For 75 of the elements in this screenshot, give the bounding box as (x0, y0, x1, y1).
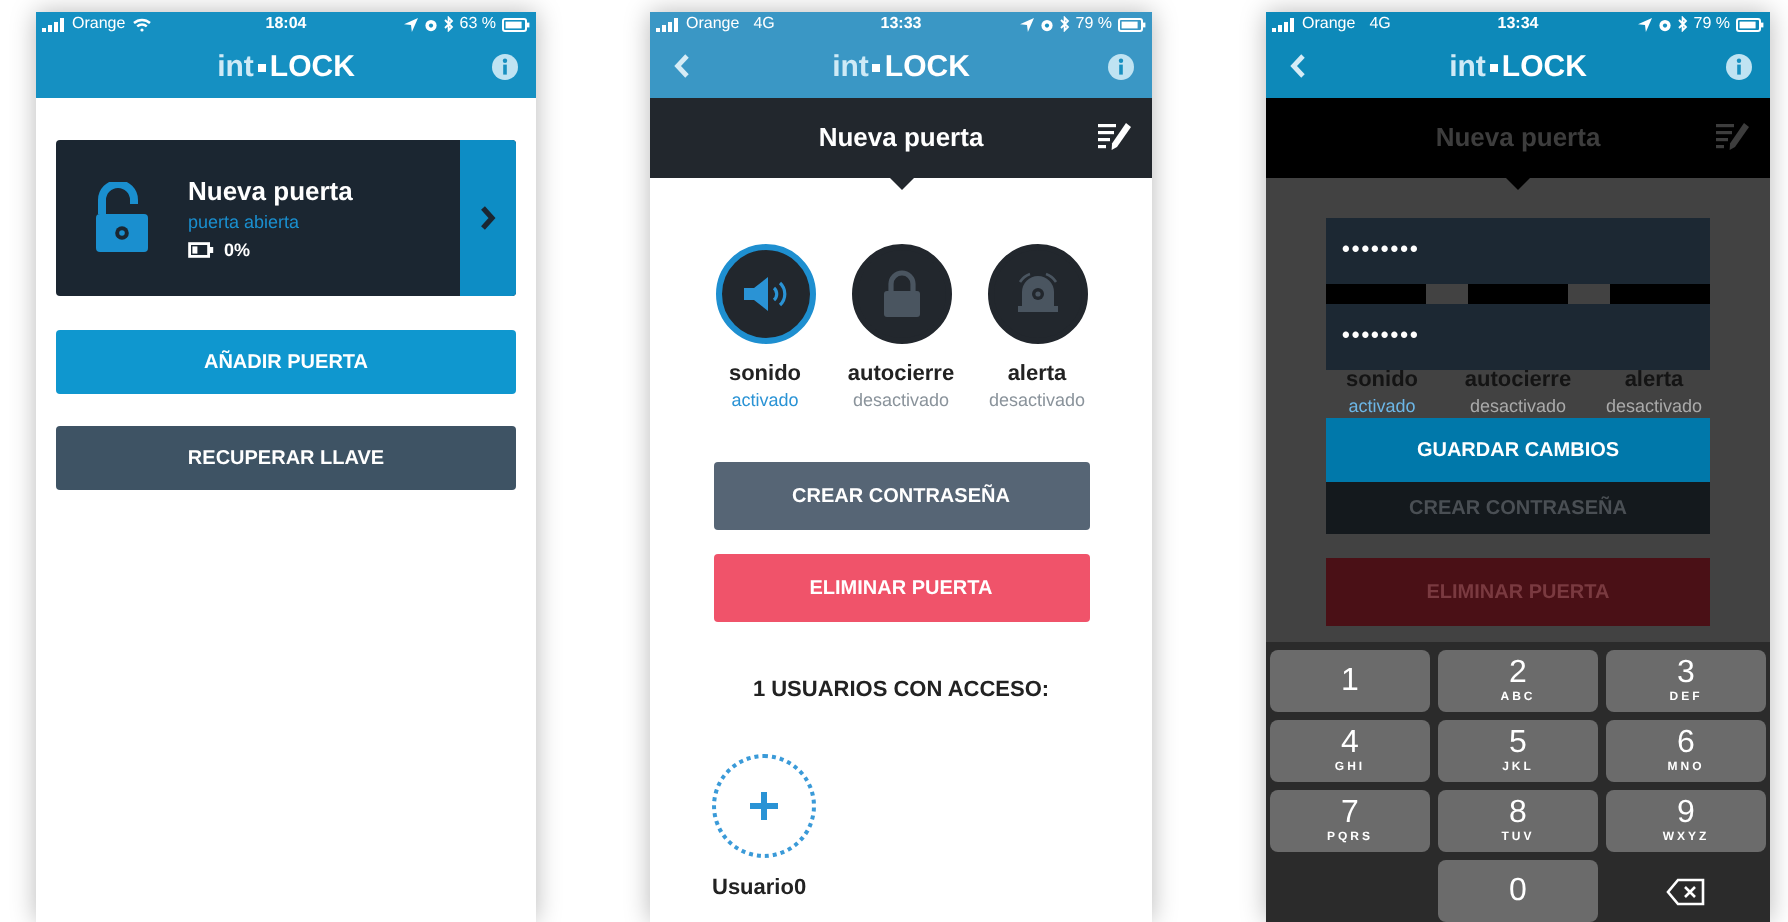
plus-icon (750, 791, 778, 819)
bluetooth-icon (443, 16, 454, 32)
bluetooth-icon (1677, 16, 1688, 32)
network-type: 4G (753, 16, 775, 32)
battery-percent: 79 % (1075, 16, 1112, 32)
door-title: Nueva puerta (1435, 120, 1601, 157)
info-icon[interactable] (1726, 54, 1752, 80)
redaction-block (1468, 284, 1568, 304)
logo-text: LOCK (1501, 52, 1587, 82)
signal-icon (1272, 17, 1296, 31)
save-button[interactable]: GUARDAR CAMBIOS (1326, 418, 1710, 482)
battery-percent: 63 % (459, 16, 496, 32)
info-icon[interactable] (492, 54, 518, 80)
password-field[interactable]: •••••••• (1326, 304, 1710, 370)
back-icon[interactable] (674, 54, 690, 78)
location-icon (1019, 17, 1034, 31)
action-button[interactable]: RECUPERAR LLAVE (56, 426, 516, 490)
keypad-key[interactable]: 1 (1270, 650, 1430, 712)
battery-percent: 79 % (1693, 16, 1730, 32)
padlock-icon (881, 270, 921, 318)
logo-text: int (832, 52, 869, 82)
edit-icon[interactable] (1098, 122, 1132, 152)
backspace-icon (1666, 877, 1706, 905)
setting-status: activado (1348, 398, 1416, 416)
setting-label: sonido (728, 364, 802, 386)
signal-icon (42, 17, 66, 31)
chevron-icon (480, 206, 496, 230)
door-card[interactable]: Nueva puerta puerta abierta 0% (56, 140, 516, 296)
speaker-icon (741, 274, 789, 314)
bluetooth-icon (1059, 16, 1070, 32)
carrier-name: Orange (1302, 16, 1356, 32)
network-type: 4G (1369, 16, 1391, 32)
clock-time: 13:33 (880, 16, 922, 32)
setting-status: desactivado (988, 392, 1086, 410)
logo-text: LOCK (884, 52, 970, 82)
carrier-name: Orange (686, 16, 740, 32)
redaction-block (1610, 284, 1710, 304)
battery-icon (1117, 17, 1146, 31)
door-title: Nueva puerta (818, 120, 984, 157)
battery-icon (1736, 17, 1764, 31)
users-heading: 1 USUARIOS CON ACCESO: (752, 676, 1050, 706)
setting-label: alerta (1007, 364, 1067, 386)
logo-text: int (1449, 52, 1486, 82)
battery-level: 0% (224, 241, 251, 259)
redaction-block (1326, 284, 1426, 304)
setting-toggle[interactable] (987, 244, 1087, 344)
setting-label: autocierre (847, 364, 955, 386)
setting-status: activado (731, 392, 799, 410)
battery-icon (502, 17, 530, 31)
carrier-name: Orange (72, 16, 126, 32)
info-icon[interactable] (1108, 54, 1134, 80)
add-user-button[interactable] (712, 753, 816, 857)
setting-status: desactivado (1605, 398, 1703, 416)
action-button[interactable]: AÑADIR PUERTA (56, 330, 516, 394)
clock-time: 13:34 (1497, 16, 1539, 32)
setting-status: desactivado (852, 392, 950, 410)
setting-toggle[interactable] (715, 244, 815, 344)
door-name: Nueva puerta (188, 177, 355, 203)
location-icon (1637, 17, 1652, 31)
bell-icon (1013, 270, 1061, 318)
door-status: puerta abierta (188, 213, 302, 231)
action-button[interactable]: CREAR CONTRASEÑA (713, 462, 1089, 530)
location-icon (403, 17, 418, 31)
signal-icon (656, 17, 680, 31)
logo-text: LOCK (269, 52, 355, 82)
clock-time: 18:04 (265, 16, 307, 32)
setting-status: desactivado (1469, 398, 1567, 416)
battery-icon (188, 242, 214, 258)
setting-toggle[interactable] (851, 244, 951, 344)
keypad-key[interactable]: 0 (1438, 860, 1598, 922)
password-field[interactable]: •••••••• (1326, 218, 1710, 284)
action-button[interactable]: ELIMINAR PUERTA (713, 554, 1089, 622)
user-name: Usuario0 (712, 877, 809, 899)
logo-text: int (217, 52, 254, 82)
back-icon[interactable] (1290, 54, 1306, 78)
